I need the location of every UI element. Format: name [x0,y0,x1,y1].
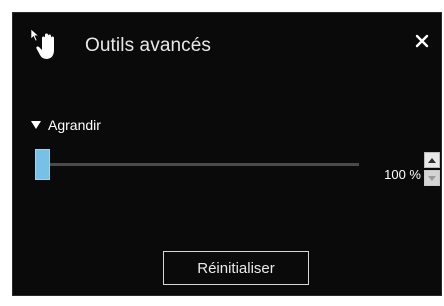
arrow-up-icon [428,157,436,163]
zoom-section-label: Agrandir [48,117,101,133]
hand-pointer-icon [30,28,54,59]
slider-track[interactable] [35,163,359,166]
reset-button[interactable]: Réinitialiser [163,251,309,285]
zoom-spinner[interactable] [424,152,440,186]
expand-triangle-icon [31,121,41,129]
zoom-increase-button[interactable] [424,152,440,168]
zoom-slider[interactable] [35,149,359,183]
panel-title: Outils avancés [85,35,212,56]
close-icon[interactable] [413,32,431,50]
advanced-tools-panel: Outils avancés Agrandir 100 % Réinitiali… [12,12,442,296]
zoom-value: 100 % [384,167,421,182]
zoom-decrease-button[interactable] [424,170,440,186]
arrow-down-icon [428,175,436,181]
zoom-section-header[interactable]: Agrandir [31,117,101,133]
slider-thumb[interactable] [35,149,50,180]
